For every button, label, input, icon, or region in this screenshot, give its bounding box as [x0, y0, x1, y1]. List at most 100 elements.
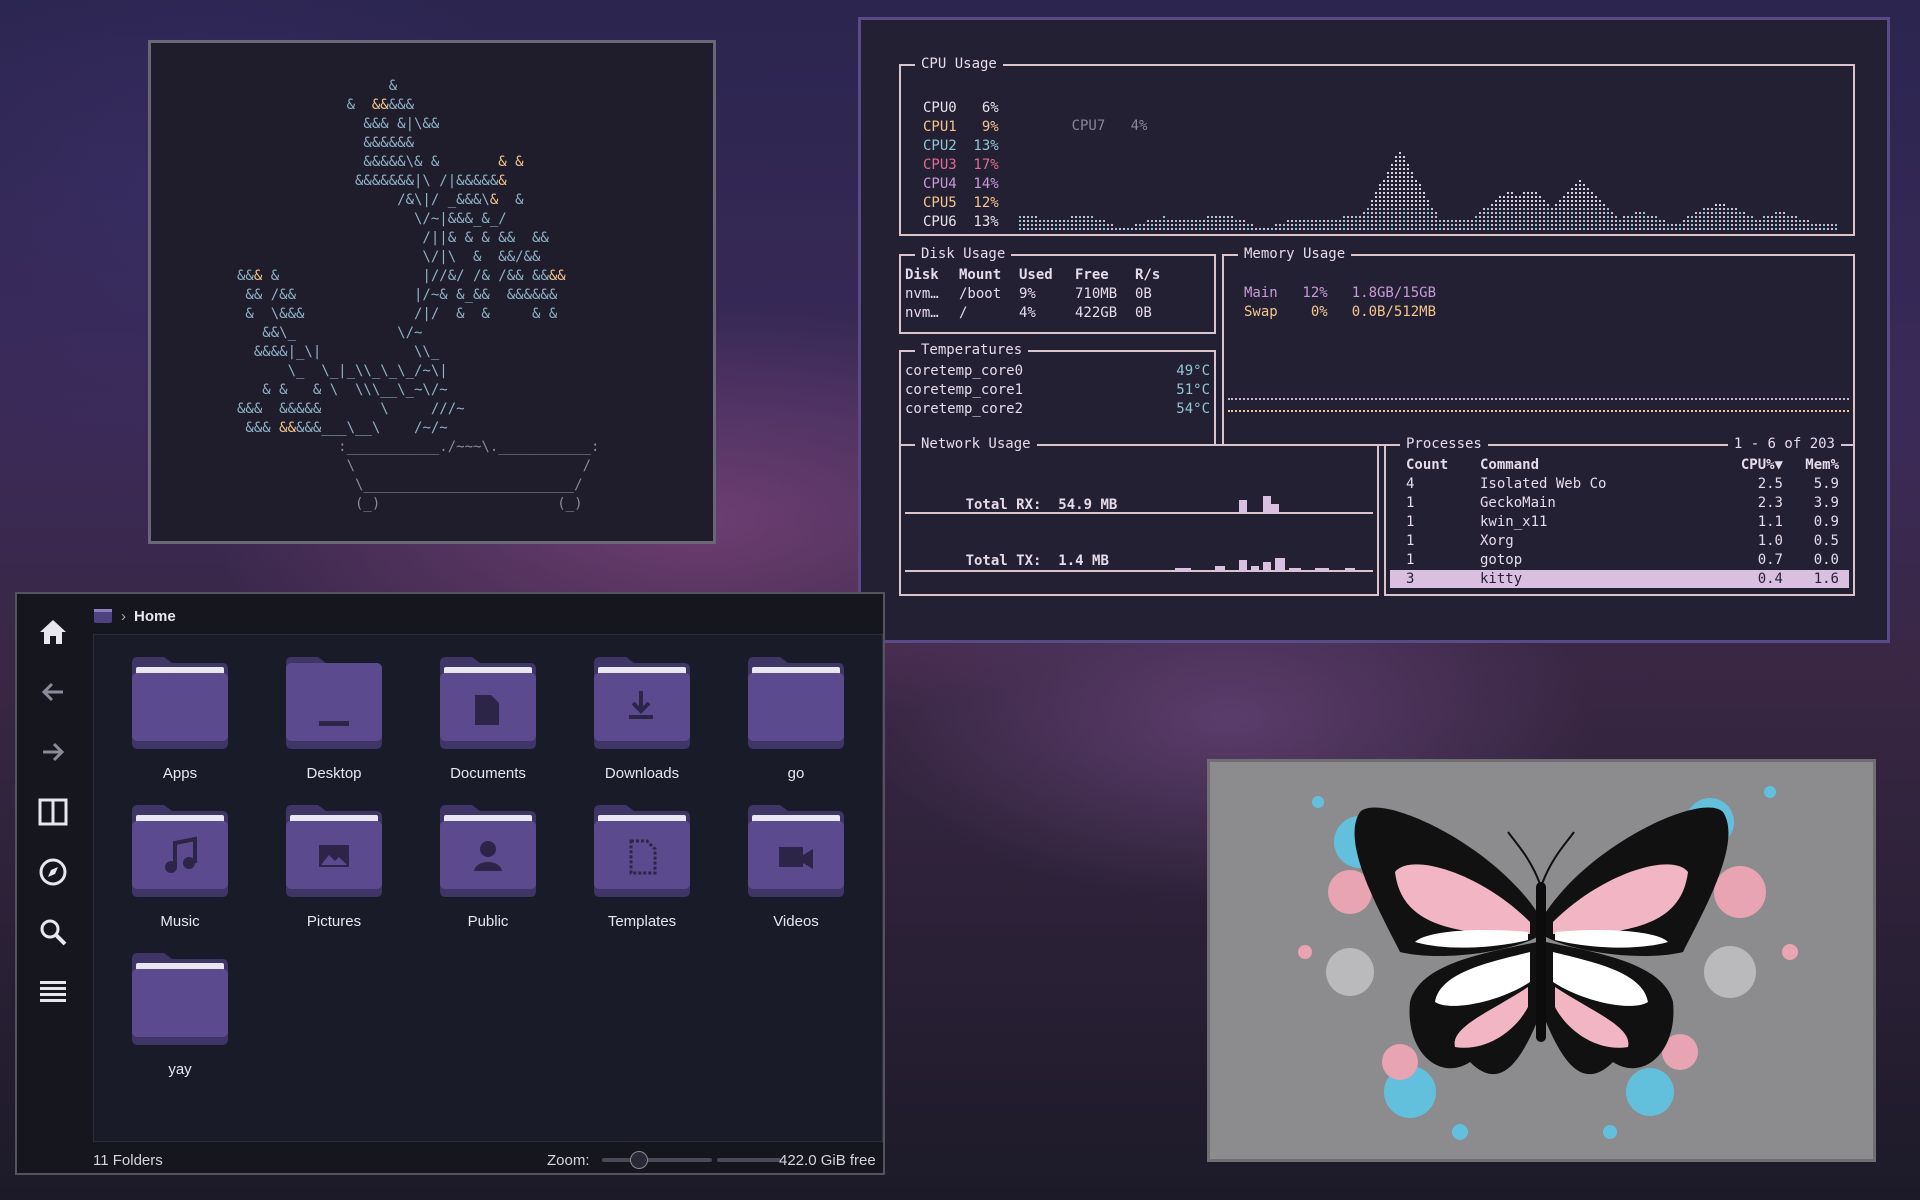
- cpu-graph-dot: [1635, 220, 1637, 222]
- cpu-graph-dot: [1755, 224, 1757, 226]
- cpu-graph-dot: [1723, 212, 1725, 214]
- cpu-graph-dot: [1155, 220, 1157, 222]
- cpu-graph-dot: [1427, 224, 1429, 226]
- cpu-core-row: CPU4 14%: [923, 175, 999, 193]
- process-column-header[interactable]: CPU%▼: [1741, 456, 1783, 474]
- cpu-usage-graph: [1019, 152, 1837, 230]
- cpu-graph-dot: [1399, 220, 1401, 222]
- folder-item[interactable]: Templates: [572, 803, 712, 943]
- cpu-core-name: CPU1: [923, 119, 957, 135]
- folder-item[interactable]: yay: [110, 951, 250, 1091]
- cpu-graph-dot: [1591, 208, 1593, 210]
- places-button[interactable]: [35, 854, 71, 890]
- cpu-graph-dot: [1391, 208, 1393, 210]
- cpu-graph-dot: [1031, 220, 1033, 222]
- folder-item[interactable]: Public: [418, 803, 558, 943]
- cpu-graph-dot: [1487, 220, 1489, 222]
- file-manager-window[interactable]: › Home Apps Desktop Documents Downloads go Mu…: [15, 592, 885, 1175]
- zoom-slider-handle[interactable]: [630, 1151, 648, 1169]
- temperature-sensor-name: coretemp_core0: [905, 363, 1024, 379]
- folder-item[interactable]: Videos: [726, 803, 866, 943]
- process-column-header[interactable]: Count: [1406, 456, 1448, 474]
- rx-sparkline: [905, 496, 1373, 514]
- gotop-terminal[interactable]: CPU Usage CPU0 6% CPU1 9% CPU2 13% CPU3 17% CPU4…: [858, 17, 1890, 643]
- cpu-graph-dot: [1811, 228, 1813, 230]
- cpu-graph-dot: [1543, 220, 1545, 222]
- cpu-graph-dot: [1735, 224, 1737, 226]
- folder-item[interactable]: Apps: [110, 655, 250, 795]
- home-button[interactable]: [35, 614, 71, 650]
- cpu-graph-dot: [1579, 192, 1581, 194]
- folder-item[interactable]: Music: [110, 803, 250, 943]
- cpu-graph-dot: [1519, 212, 1521, 214]
- cpu-graph-dot: [1223, 224, 1225, 226]
- cpu-graph-dot: [1615, 224, 1617, 226]
- cpu-graph-dot: [1383, 220, 1385, 222]
- cpu-graph-dot: [1731, 212, 1733, 214]
- cpu-graph-dot: [1411, 216, 1413, 218]
- cpu-graph-dot: [1239, 220, 1241, 222]
- cpu-graph-dot: [1607, 212, 1609, 214]
- search-button[interactable]: [35, 914, 71, 950]
- process-cell: gotop: [1480, 552, 1523, 568]
- back-button[interactable]: [35, 674, 71, 710]
- cpu-core-row: CPU6 13%: [923, 213, 999, 231]
- ascii-art-terminal[interactable]: & & &&&&& &&& &|\&& &&&&&& &&&&&\& & & &…: [148, 40, 716, 544]
- memory-name: Main: [1244, 285, 1278, 301]
- cpu-graph-dot: [1383, 212, 1385, 214]
- image-viewer-window[interactable]: [1207, 759, 1876, 1162]
- split-view-button[interactable]: [35, 794, 71, 830]
- cpu-graph-dot: [1223, 216, 1225, 218]
- cpu-graph-dot: [1699, 220, 1701, 222]
- breadcrumb-home[interactable]: Home: [134, 608, 176, 625]
- home-folder-icon[interactable]: [93, 607, 113, 625]
- cpu-graph-dot: [1407, 220, 1409, 222]
- folder-item[interactable]: Desktop: [264, 655, 404, 795]
- cpu-graph-dot: [1483, 224, 1485, 226]
- folder-item[interactable]: Pictures: [264, 803, 404, 943]
- process-column-header[interactable]: Command: [1480, 456, 1539, 474]
- cpu-graph-dot: [1495, 220, 1497, 222]
- cpu-graph-dot: [1475, 216, 1477, 218]
- menu-button[interactable]: [35, 974, 71, 1010]
- forward-button[interactable]: [35, 734, 71, 770]
- cpu-graph-dot: [1423, 200, 1425, 202]
- process-cell: GeckoMain: [1480, 495, 1556, 511]
- processes-panel-title: Processes: [1400, 435, 1488, 453]
- cpu-graph-dot: [1391, 164, 1393, 166]
- folder-item[interactable]: Documents: [418, 655, 558, 795]
- cpu-graph-dot: [1431, 208, 1433, 210]
- cpu-graph-dot: [1599, 200, 1601, 202]
- cpu-graph-dot: [1491, 212, 1493, 214]
- cpu-core-name: CPU4: [923, 176, 957, 192]
- cpu-core-name: CPU2: [923, 138, 957, 154]
- zoom-slider[interactable]: [602, 1151, 712, 1169]
- cpu-graph-dot: [1711, 224, 1713, 226]
- cpu-graph-dot: [1403, 208, 1405, 210]
- folder-item[interactable]: Downloads: [572, 655, 712, 795]
- cpu-graph-dot: [1351, 228, 1353, 230]
- cpu-graph-dot: [1035, 228, 1037, 230]
- cpu-graph-dot: [1027, 220, 1029, 222]
- processes-panel[interactable]: Processes 1 - 6 of 203 Count Command CPU%▼…: [1384, 435, 1855, 596]
- cpu-graph-dot: [1347, 228, 1349, 230]
- cpu-graph-dot: [1431, 224, 1433, 226]
- cpu-graph-dot: [1663, 220, 1665, 222]
- cpu-graph-dot: [1807, 228, 1809, 230]
- cpu-graph-dot: [1455, 228, 1457, 230]
- cpu-graph-dot: [1271, 228, 1273, 230]
- cpu-graph-dot: [1479, 224, 1481, 226]
- cpu-graph-dot: [1395, 188, 1397, 190]
- temperature-sensor-name: coretemp_core2: [905, 401, 1024, 417]
- cpu-graph-dot: [1571, 192, 1573, 194]
- cpu-graph-dot: [1719, 228, 1721, 230]
- cpu-graph-dot: [1483, 228, 1485, 230]
- cpu-graph-dot: [1583, 220, 1585, 222]
- cpu-graph-dot: [1415, 220, 1417, 222]
- cpu-graph-dot: [1591, 220, 1593, 222]
- folder-item[interactable]: go: [726, 655, 866, 795]
- process-column-header[interactable]: Mem%: [1805, 456, 1839, 474]
- cpu-graph-dot: [1555, 204, 1557, 206]
- cpu-graph-dot: [1083, 228, 1085, 230]
- cpu-graph-dot: [1511, 196, 1513, 198]
